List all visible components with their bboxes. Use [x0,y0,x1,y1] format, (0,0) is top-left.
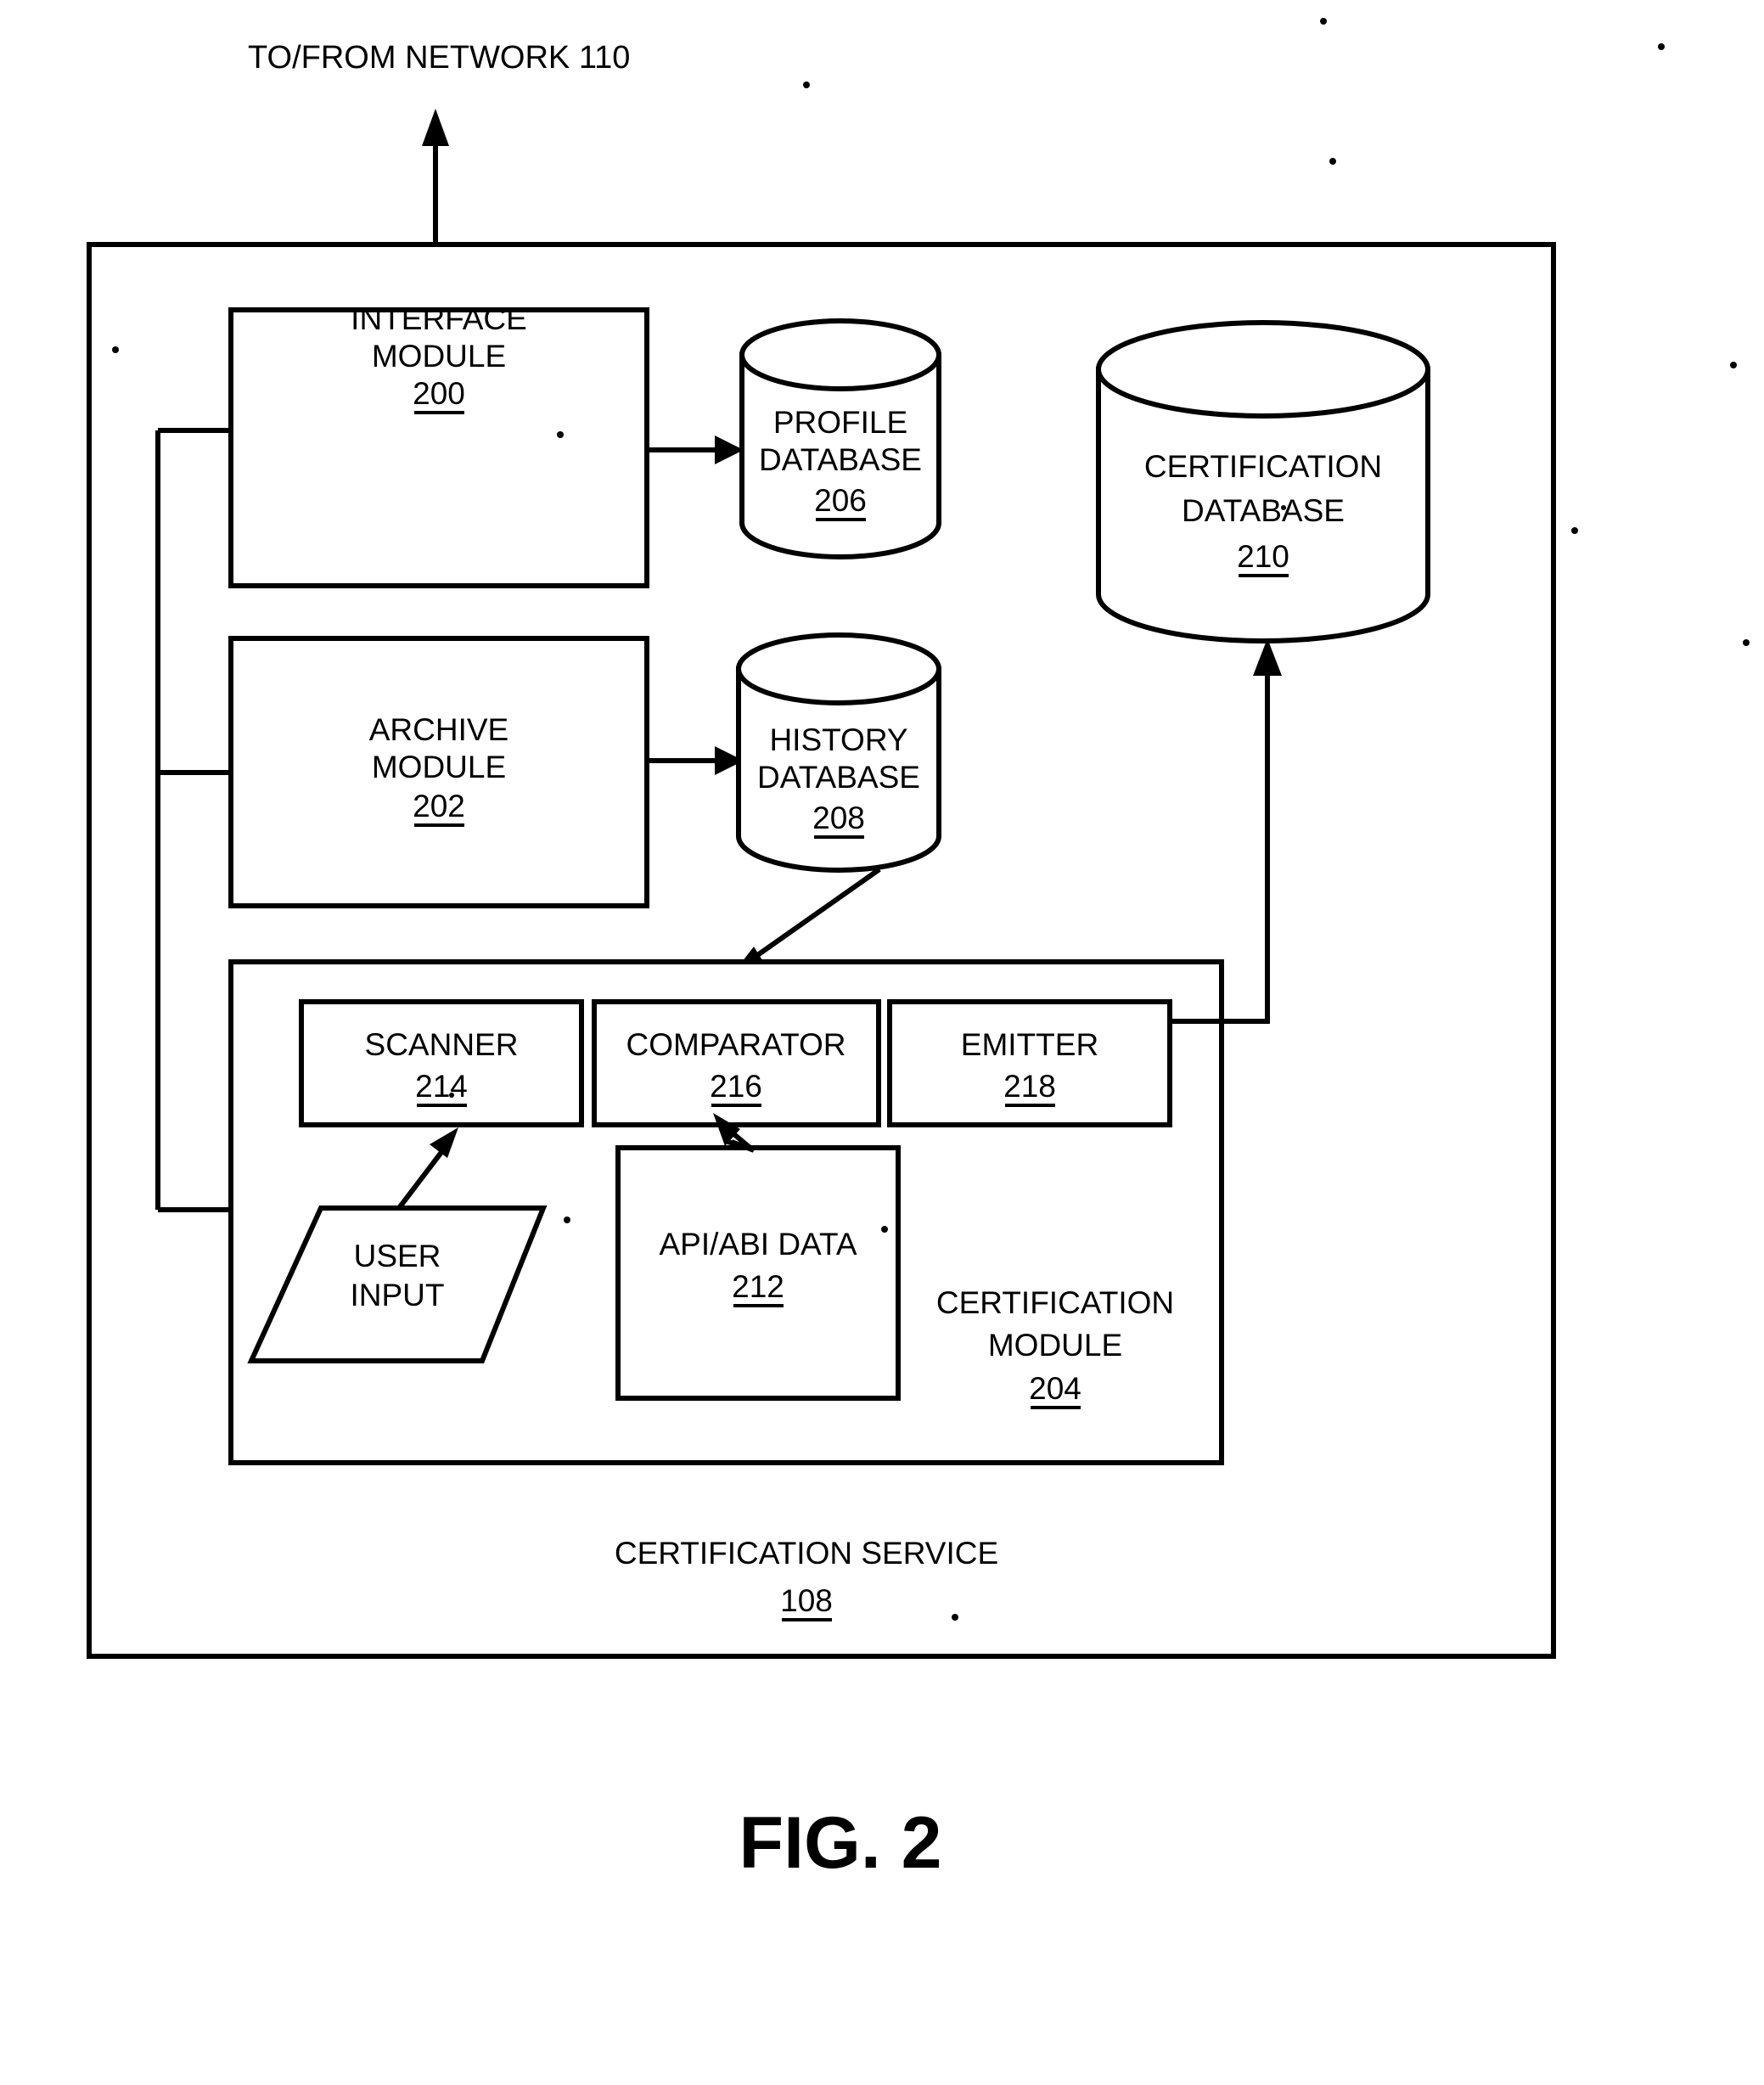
certification-service-ref: 108 [780,1583,833,1618]
certification-database-cylinder[interactable]: CERTIFICATION DATABASE 210 [1096,320,1430,643]
figure-caption: FIG. 2 [739,1802,942,1884]
comparator-ref: 216 [710,1069,762,1104]
api-abi-data-label: API/ABI DATA [659,1227,857,1262]
diagram-canvas: TO/FROM NETWORK 110 INTERFACE MODULE 200 [87,18,1750,1884]
scanner-block[interactable]: SCANNER 214 [299,999,584,1127]
emitter-ref: 218 [1003,1069,1056,1104]
certification-database-line1: CERTIFICATION [1144,449,1382,484]
certification-database-ref: 210 [1237,539,1289,574]
archive-module-line2: MODULE [372,750,506,784]
certification-module-line2: MODULE [988,1328,1122,1363]
interface-module-line2: MODULE [372,339,506,374]
profile-database-cylinder[interactable]: PROFILE DATABASE 206 [739,318,941,559]
interface-module-ref: 200 [413,376,465,411]
api-abi-data-block[interactable]: API/ABI DATA 212 [615,1145,901,1401]
archive-module-block[interactable]: ARCHIVE MODULE 202 [228,636,649,908]
emitter-block[interactable]: EMITTER 218 [887,999,1172,1127]
profile-database-line1: PROFILE [773,405,907,440]
profile-database-line2: DATABASE [759,442,922,477]
comparator-block[interactable]: COMPARATOR 216 [592,999,881,1127]
scanner-ref: 214 [415,1069,468,1104]
certification-service-title: CERTIFICATION SERVICE [615,1536,998,1571]
user-input-line2: INPUT [351,1278,445,1312]
emitter-label: EMITTER [961,1027,1098,1062]
certification-database-line2: DATABASE [1182,493,1345,528]
patent-figure: TO/FROM NETWORK 110 INTERFACE MODULE 200 [0,0,1764,2085]
comparator-label: COMPARATOR [626,1027,845,1062]
certification-module-ref: 204 [1029,1371,1081,1406]
user-input-line1: USER [354,1239,441,1273]
profile-database-ref: 206 [814,483,867,518]
interface-module-block[interactable]: INTERFACE MODULE 200 [228,301,649,588]
history-database-cylinder[interactable]: HISTORY DATABASE 208 [736,632,941,873]
archive-module-ref: 202 [413,789,465,823]
interface-module-line1: INTERFACE [351,301,527,336]
history-database-ref: 208 [812,801,865,835]
history-database-line1: HISTORY [769,722,907,757]
archive-module-line1: ARCHIVE [369,712,508,747]
history-database-line2: DATABASE [757,760,920,795]
certification-module-line1: CERTIFICATION [936,1285,1174,1320]
network-label: TO/FROM NETWORK 110 [248,40,630,76]
api-abi-data-ref: 212 [732,1269,784,1304]
scanner-label: SCANNER [365,1027,519,1062]
